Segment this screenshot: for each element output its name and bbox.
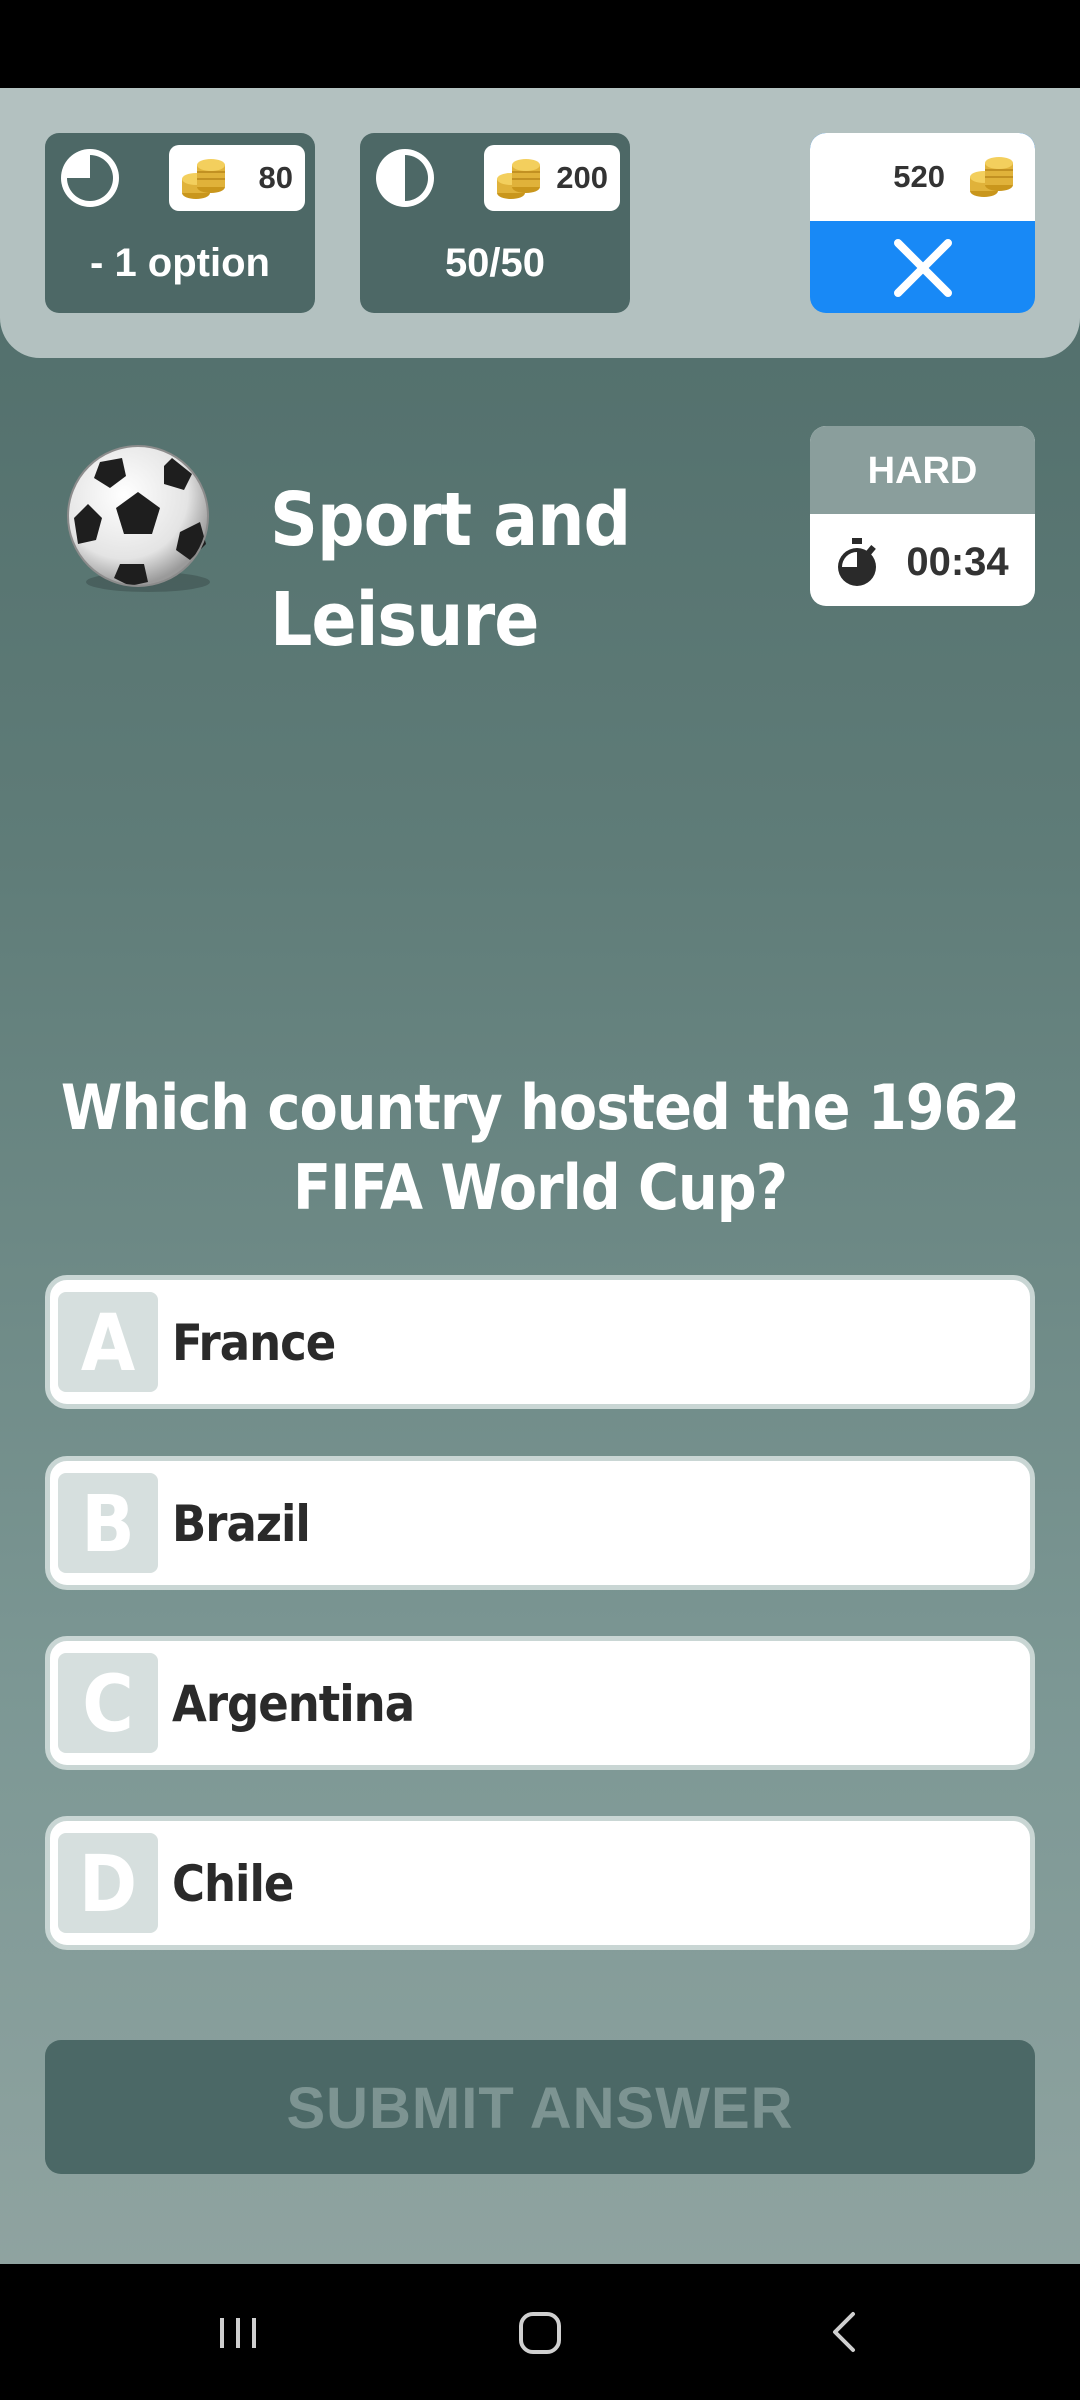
quarter-circle-icon xyxy=(61,149,119,207)
lifeline-cost-badge: 200 xyxy=(484,145,620,211)
lifeline-cost-value: 200 xyxy=(556,160,608,195)
lifeline-cost-value: 80 xyxy=(258,160,293,195)
category-title: Sport and Leisure xyxy=(270,477,631,663)
wallet-close-button[interactable]: 520 xyxy=(810,133,1035,313)
answer-option-d[interactable]: D Chile xyxy=(45,1816,1035,1950)
answer-text: Argentina xyxy=(172,1675,415,1733)
lifeline-label: 50/50 xyxy=(444,241,546,285)
quiz-screen: 80 - 1 option 200 50/50 520 Sport and Le… xyxy=(0,0,1080,2400)
answer-option-b[interactable]: B Brazil xyxy=(45,1456,1035,1590)
answer-letter: A xyxy=(58,1292,158,1392)
close-icon[interactable] xyxy=(892,237,954,299)
submit-answer-button[interactable]: SUBMIT ANSWER xyxy=(45,2040,1035,2174)
lifeline-label: - 1 option xyxy=(90,241,270,285)
answer-letter: C xyxy=(58,1653,158,1753)
recent-apps-icon[interactable] xyxy=(188,2294,288,2370)
answer-letter: B xyxy=(58,1473,158,1573)
home-icon[interactable] xyxy=(490,2294,590,2370)
back-icon[interactable] xyxy=(795,2294,895,2370)
half-circle-icon xyxy=(376,149,434,207)
coins-icon xyxy=(970,157,1013,197)
answer-text: Brazil xyxy=(172,1495,311,1553)
answer-option-a[interactable]: A France xyxy=(45,1275,1035,1409)
system-navigation-bar xyxy=(0,2264,1080,2400)
difficulty-timer-card: HARD 00:34 xyxy=(810,426,1035,606)
lifeline-remove-option-button[interactable]: 80 - 1 option xyxy=(45,133,315,313)
wallet-coin-count: 520 xyxy=(893,159,945,194)
lifeline-cost-badge: 80 xyxy=(169,145,305,211)
answer-option-c[interactable]: C Argentina xyxy=(45,1636,1035,1770)
answer-letter: D xyxy=(58,1833,158,1933)
status-bar xyxy=(0,0,1080,88)
question-text: Which country hosted the 1962 FIFA World… xyxy=(60,1071,1020,1224)
coins-icon xyxy=(182,159,225,199)
difficulty-label: HARD xyxy=(810,426,1035,514)
stopwatch-icon xyxy=(838,538,876,586)
lifeline-fifty-fifty-button[interactable]: 200 50/50 xyxy=(360,133,630,313)
answer-text: Chile xyxy=(172,1855,294,1913)
wallet-balance: 520 xyxy=(810,133,1035,221)
answer-text: France xyxy=(172,1314,336,1372)
timer-value: 00:34 xyxy=(906,540,1009,584)
soccer-ball-icon xyxy=(67,445,210,592)
coins-icon xyxy=(497,159,540,199)
